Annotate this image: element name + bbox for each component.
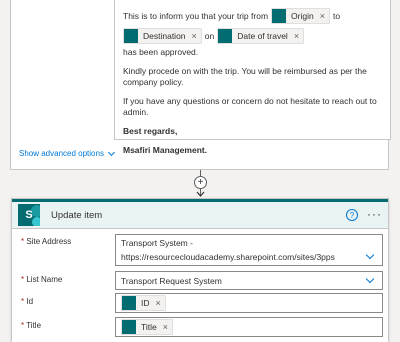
chevron-down-icon [107,148,115,156]
help-icon[interactable]: ? [346,209,358,221]
remove-icon[interactable]: × [294,31,299,42]
arrow-down-icon [196,191,205,197]
email-closing: Best regards, [123,126,178,136]
token-label: Date of travel [237,30,288,41]
site-address-label: * Site Address [21,237,72,246]
id-token[interactable]: ID × [121,295,166,311]
email-line-1: This is to inform you that your trip fro… [123,8,382,24]
sharepoint-icon [218,29,233,43]
remove-icon[interactable]: × [320,11,325,22]
email-text: to [332,10,341,21]
more-options-icon[interactable]: ··· [367,207,382,221]
token-label: Origin [291,10,314,21]
list-name-value: Transport Request System [121,275,222,286]
email-text: has been approved. [123,47,199,57]
card-header[interactable]: S Update item ? ··· [12,199,388,229]
chevron-down-icon [365,274,375,284]
email-signature: Msafiri Management. [123,145,208,155]
site-address-url: https://resourcecloudacademy.sharepoint.… [121,252,335,262]
token-label: ID [141,298,150,308]
chevron-down-icon [365,250,375,260]
advanced-options-label: Show advanced options [19,149,104,158]
email-paragraph: If you have any questions or concern do … [123,96,377,117]
action-title: Update item [51,209,103,221]
send-email-card: This is to inform you that your trip fro… [10,0,391,170]
plus-icon: + [197,176,204,188]
sharepoint-icon [122,296,136,310]
title-label: * Title [21,321,42,330]
id-input[interactable]: ID × [115,293,383,313]
update-item-card: S Update item ? ··· * Site Address Trans… [11,198,389,342]
title-input[interactable]: Title × [115,317,383,337]
sharepoint-icon [122,320,136,334]
remove-icon[interactable]: × [156,298,161,308]
sharepoint-logo-icon: S [18,204,40,226]
site-address-dropdown[interactable]: Transport System - https://resourcecloud… [115,234,383,266]
sharepoint-icon [124,29,138,43]
add-step-button[interactable]: + [194,176,207,189]
remove-icon[interactable]: × [192,31,197,42]
origin-token[interactable]: Origin × [271,8,330,24]
email-text: on [204,30,215,41]
sharepoint-icon [272,9,287,23]
remove-icon[interactable]: × [163,322,168,332]
date-of-travel-token[interactable]: Date of travel × [217,28,305,44]
token-label: Title [141,322,157,332]
id-label: * Id [21,297,34,306]
email-body-editor[interactable]: This is to inform you that your trip fro… [114,0,391,155]
token-label: Destination [143,30,186,41]
email-paragraph: Kindly procede on with the trip. You wil… [123,66,367,87]
email-text: This is to inform you that your trip fro… [123,10,269,21]
show-advanced-options-link[interactable]: Show advanced options [19,148,115,158]
email-line-2: Destination × on Date of travel × has be… [123,28,382,58]
site-address-name: Transport System - [121,238,193,248]
title-token[interactable]: Title × [121,319,174,335]
list-name-dropdown[interactable]: Transport Request System [115,271,383,290]
list-name-label: * List Name [21,275,63,284]
destination-token[interactable]: Destination × [123,28,202,44]
